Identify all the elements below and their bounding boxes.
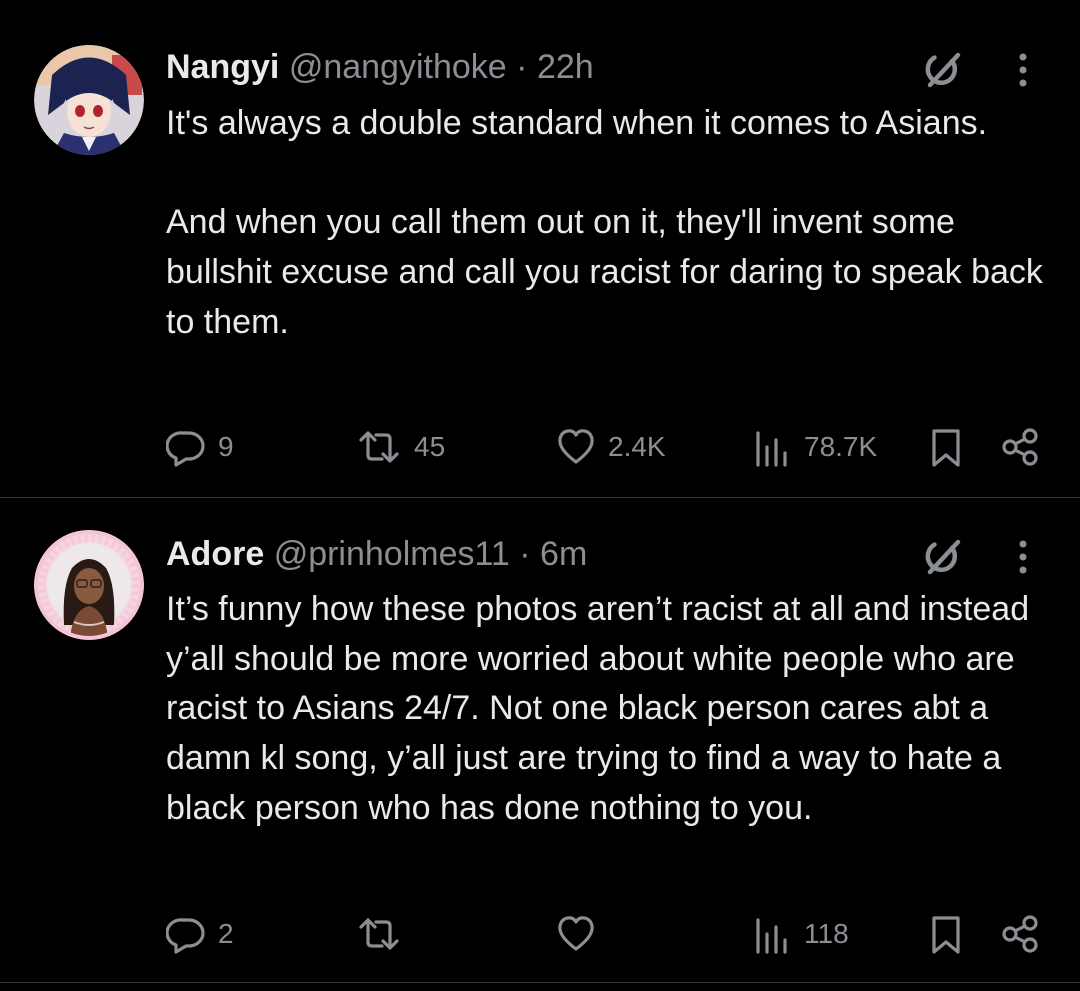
heart-icon — [556, 914, 596, 954]
share-button[interactable] — [1000, 425, 1044, 469]
tweet-2[interactable]: Adore @prinholmes11 · 6m It’s funny how … — [0, 498, 1080, 982]
tweet-1[interactable]: Nangyi @nangyithoke · 22h It's always a … — [0, 0, 1080, 497]
user-handle[interactable]: @nangyithoke — [289, 48, 507, 86]
views-button[interactable]: 78.7K — [750, 425, 877, 469]
repost-count: 45 — [414, 431, 446, 462]
separator-dot: · — [516, 48, 528, 86]
timestamp[interactable]: 22h — [537, 48, 594, 86]
repost-icon — [356, 914, 402, 954]
more-icon[interactable] — [1008, 48, 1038, 92]
tweet-header: Adore @prinholmes11 · 6m — [166, 534, 587, 574]
timestamp[interactable]: 6m — [540, 535, 587, 573]
share-icon — [1000, 914, 1044, 954]
reply-icon — [166, 914, 206, 954]
reply-icon — [166, 427, 206, 467]
repost-button[interactable]: 45 — [356, 425, 445, 469]
avatar[interactable] — [34, 530, 144, 640]
reply-button[interactable]: 9 — [166, 425, 234, 469]
views-icon — [750, 427, 790, 467]
bookmark-icon — [926, 427, 966, 467]
reply-count: 2 — [218, 918, 234, 949]
bookmark-button[interactable] — [926, 425, 966, 469]
bookmark-icon — [926, 914, 966, 954]
tweet-text: It’s funny how these photos aren’t racis… — [166, 585, 1066, 834]
views-count: 78.7K — [804, 431, 878, 462]
grok-icon[interactable] — [922, 535, 966, 579]
tweet-header: Nangyi @nangyithoke · 22h — [166, 47, 594, 87]
share-button[interactable] — [1000, 912, 1044, 956]
tweet-paragraph: It's always a double standard when it co… — [166, 104, 988, 142]
tweet-paragraph: It’s funny how these photos aren’t racis… — [166, 590, 1030, 827]
action-bar: 2 118 — [0, 912, 1080, 956]
share-icon — [1000, 427, 1044, 467]
reply-count: 9 — [218, 431, 234, 462]
repost-icon — [356, 427, 402, 467]
action-bar: 9 45 2.4K 78.7K — [0, 425, 1080, 469]
more-icon[interactable] — [1008, 535, 1038, 579]
reply-button[interactable]: 2 — [166, 912, 234, 956]
views-icon — [750, 914, 790, 954]
like-button[interactable]: 2.4K — [556, 425, 666, 469]
bookmark-button[interactable] — [926, 912, 966, 956]
views-button[interactable]: 118 — [750, 912, 849, 956]
separator-dot: · — [519, 535, 531, 573]
heart-icon — [556, 427, 596, 467]
like-button[interactable] — [556, 912, 608, 956]
grok-icon[interactable] — [922, 48, 966, 92]
display-name[interactable]: Nangyi — [166, 48, 279, 86]
avatar[interactable] — [34, 45, 144, 155]
repost-button[interactable] — [356, 912, 414, 956]
views-count: 118 — [804, 918, 849, 949]
user-handle[interactable]: @prinholmes11 — [274, 535, 510, 573]
display-name[interactable]: Adore — [166, 535, 264, 573]
tweet-divider — [0, 982, 1080, 983]
tweet-text: It's always a double standard when it co… — [166, 99, 1066, 348]
tweet-paragraph: And when you call them out on it, they'l… — [166, 203, 1043, 341]
like-count: 2.4K — [608, 431, 666, 462]
